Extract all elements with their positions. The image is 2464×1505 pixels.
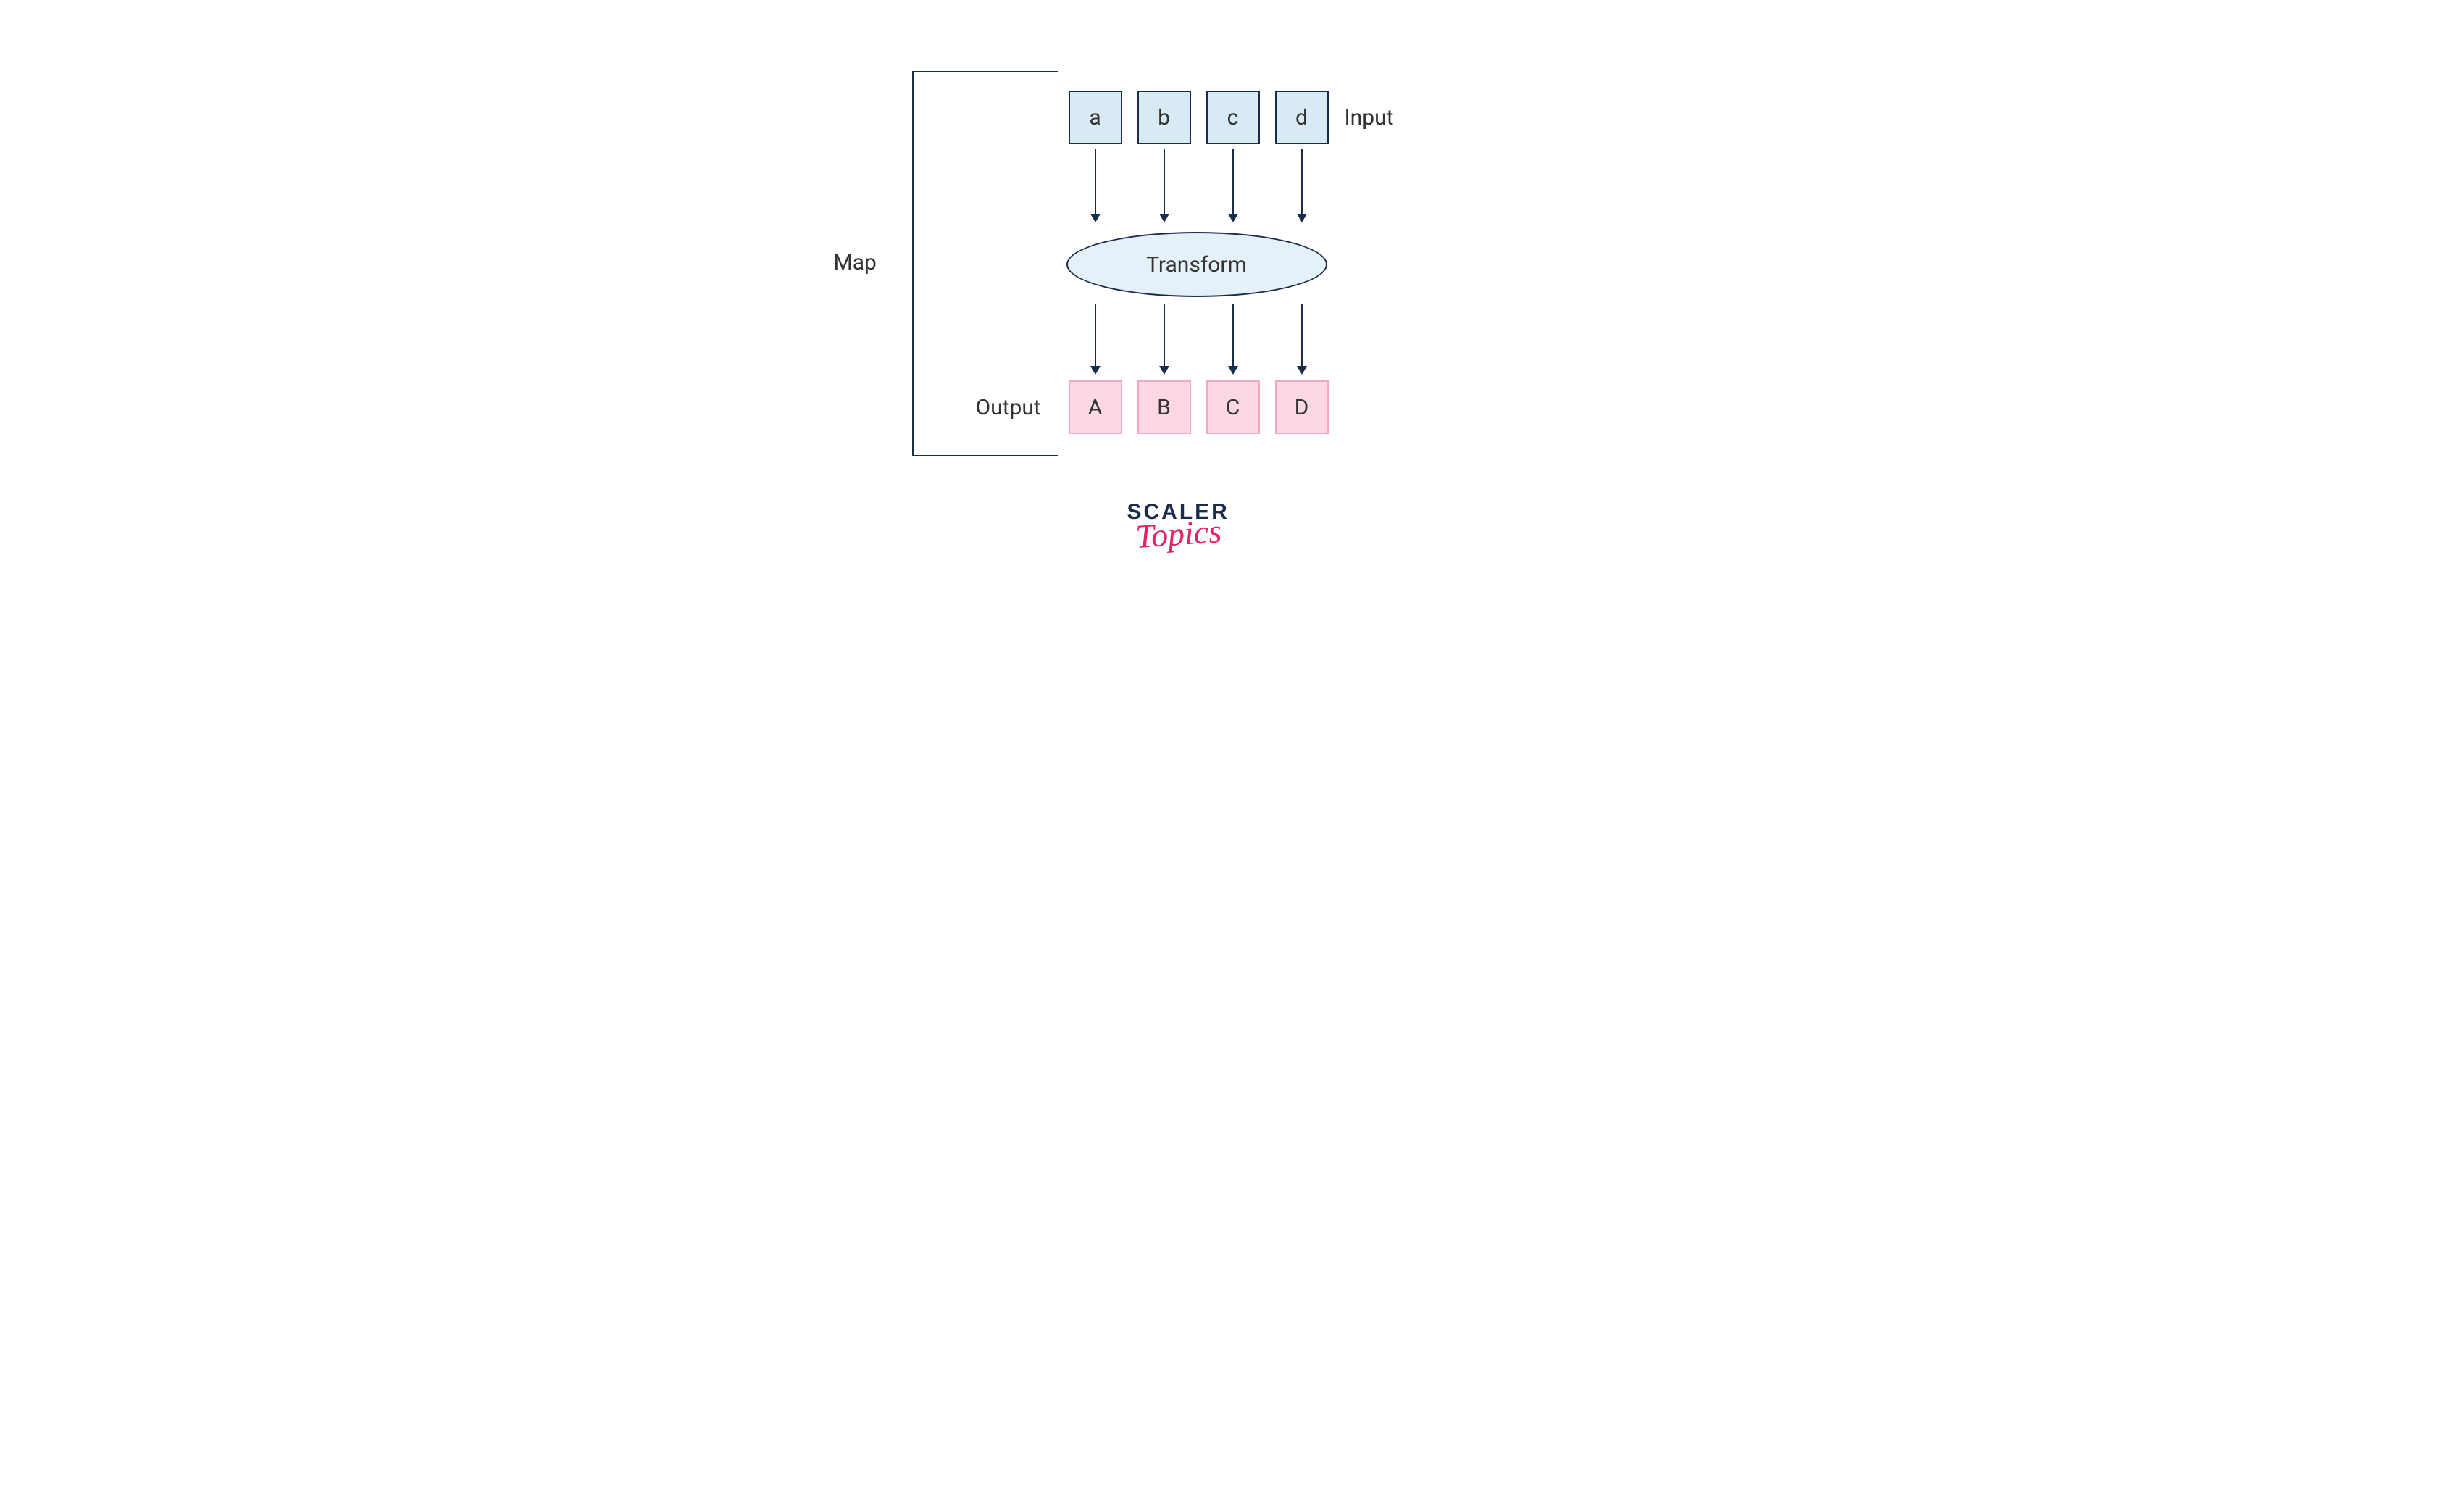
arrow-out-3 [1232,304,1234,373]
diagram-canvas: Map a b c d Input Transform Output A B C… [689,0,1776,664]
input-box-b: b [1137,91,1191,144]
input-box-d: d [1275,91,1329,144]
output-box-a: A [1069,380,1122,434]
brand-logo: SCALER Topics [1127,500,1229,553]
arrow-out-4 [1301,304,1303,373]
output-box-d: D [1275,380,1329,434]
input-box-a: a [1069,91,1122,144]
output-label: Output [976,395,1041,420]
arrow-in-2 [1164,149,1165,221]
output-box-b: B [1137,380,1191,434]
arrow-out-2 [1164,304,1165,373]
output-box-c: C [1206,380,1260,434]
input-label: Input [1345,105,1394,130]
transform-node: Transform [1066,232,1327,297]
arrow-in-4 [1301,149,1303,221]
arrow-out-1 [1095,304,1096,373]
arrow-in-3 [1232,149,1234,221]
arrow-in-1 [1095,149,1096,221]
map-label: Map [834,250,877,275]
brand-logo-line2: Topics [1126,511,1231,556]
input-box-c: c [1206,91,1260,144]
